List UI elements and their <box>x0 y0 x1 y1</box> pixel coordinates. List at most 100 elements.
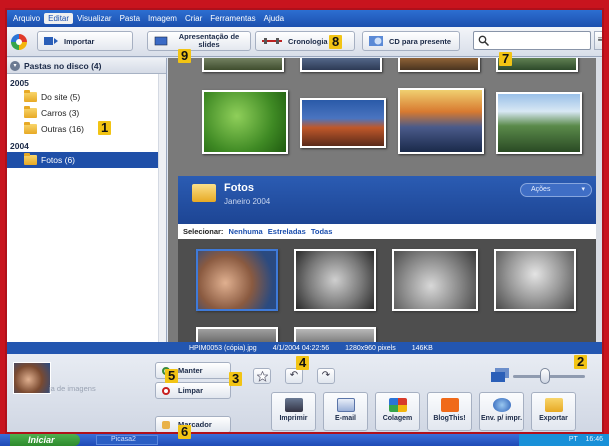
language-indicator[interactable]: PT <box>569 436 578 443</box>
folder-panel-scrollbar[interactable] <box>158 74 166 342</box>
clear-button[interactable]: Limpar <box>155 382 231 399</box>
folder-icon <box>24 122 37 134</box>
star-button[interactable] <box>253 368 271 384</box>
photo-thumbnail[interactable] <box>496 92 582 154</box>
menu-imagem[interactable]: Imagem <box>144 13 181 24</box>
timeline-label: Cronologia <box>288 36 328 46</box>
folder-item-fotos[interactable]: Fotos (6) <box>7 152 166 168</box>
status-bar: HPIM0053 (cópia).jpg 4/1/2004 04:22:56 1… <box>7 342 602 354</box>
folder-icon <box>24 90 37 102</box>
gift-cd-button[interactable]: CD para presente <box>362 31 460 51</box>
photo-thumbnail-selected[interactable] <box>196 249 278 311</box>
collapse-icon[interactable]: ▾ <box>10 60 20 71</box>
status-datetime: 4/1/2004 04:22:56 <box>272 344 330 352</box>
status-filesize: 146KB <box>411 344 433 352</box>
label-button[interactable]: Marcador <box>155 416 231 432</box>
search-input[interactable] <box>473 31 591 50</box>
status-dimensions: 1280x960 pixels <box>345 344 396 352</box>
photo-area: Fotos Janeiro 2004 Ações Selecionar: Nen… <box>168 58 602 342</box>
photo-thumbnail[interactable] <box>300 98 386 148</box>
folder-panel-header[interactable]: ▾ Pastas no disco (4) <box>7 58 166 74</box>
search-icon <box>478 35 489 46</box>
photo-thumbnail[interactable] <box>398 58 480 72</box>
callout-8: 8 <box>329 35 343 49</box>
export-label: Exportar <box>539 415 568 422</box>
menu-arquivo[interactable]: Arquivo <box>9 13 44 24</box>
folder-label: Fotos (6) <box>41 155 76 165</box>
rotate-left-button[interactable]: ↶ <box>285 368 303 384</box>
menu-pasta[interactable]: Pasta <box>116 13 144 24</box>
photo-thumbnail[interactable] <box>494 249 576 311</box>
menu-criar[interactable]: Criar <box>181 13 206 24</box>
gift-cd-label: CD para presente <box>389 36 452 46</box>
album-folder-icon <box>192 184 216 202</box>
zoom-slider-thumb[interactable] <box>539 368 550 384</box>
select-label: Selecionar: <box>183 227 224 236</box>
print-label: Imprimir <box>279 415 308 422</box>
year-heading: 2004 <box>10 141 29 151</box>
photo-thumbnail[interactable] <box>392 249 478 311</box>
timeline-icon <box>262 38 282 44</box>
callout-3: 3 <box>229 372 243 386</box>
import-button[interactable]: Importar <box>37 31 133 51</box>
start-button[interactable]: Iniciar <box>10 434 80 446</box>
blogthis-button[interactable]: BlogThis! <box>427 392 472 431</box>
picasa-window: Arquivo Editar Visualizar Pasta Imagem C… <box>5 8 604 434</box>
export-icon <box>544 398 563 412</box>
slideshow-button[interactable]: Apresentação de slides <box>147 31 251 51</box>
email-label: E-mail <box>334 415 356 422</box>
folder-item-do-site[interactable]: Do site (5) <box>7 89 166 105</box>
picasa-logo-icon <box>11 34 27 50</box>
folder-label: Outras (16) <box>41 124 84 134</box>
photo-thumbnail[interactable] <box>294 249 376 311</box>
tray-label: ja de imagens <box>49 384 96 393</box>
select-all-link[interactable]: Todas <box>311 227 333 236</box>
menu-visualizar[interactable]: Visualizar <box>73 13 116 24</box>
email-icon <box>336 398 355 412</box>
print-button[interactable]: Imprimir <box>271 392 316 431</box>
select-starred-link[interactable]: Estreladas <box>268 227 306 236</box>
photo-thumbnail[interactable] <box>398 88 484 154</box>
select-none-link[interactable]: Nenhuma <box>229 227 263 236</box>
folder-item-outras[interactable]: Outras (16) <box>7 121 166 137</box>
star-icon <box>255 370 269 382</box>
blogger-icon <box>440 398 459 412</box>
order-prints-button[interactable]: Env. p/ impr. <box>479 392 524 431</box>
menu-editar[interactable]: Editar <box>44 13 74 24</box>
clear-label: Limpar <box>178 386 204 395</box>
callout-6: 6 <box>178 425 192 439</box>
photo-area-scrollbar[interactable] <box>596 58 602 342</box>
tag-icon <box>162 420 170 429</box>
folder-label: Carros (3) <box>41 108 80 118</box>
callout-4: 4 <box>296 356 310 370</box>
hold-label: Manter <box>178 366 203 375</box>
photo-thumbnail[interactable] <box>300 58 382 72</box>
folder-label: Do site (5) <box>41 92 81 102</box>
export-button[interactable]: Exportar <box>531 392 576 431</box>
photo-thumbnail[interactable] <box>202 90 288 154</box>
collage-button[interactable]: Colagem <box>375 392 420 431</box>
tray-photo[interactable] <box>13 362 51 394</box>
menu-ferramentas[interactable]: Ferramentas <box>206 13 259 24</box>
import-icon <box>44 37 58 45</box>
selection-bar: Selecionar: Nenhuma Estreladas Todas <box>178 224 596 239</box>
album-title: Fotos <box>224 182 254 194</box>
photo-thumbnail[interactable] <box>202 58 284 72</box>
toolbar-menu-button[interactable]: ≡ <box>594 31 602 50</box>
clear-icon <box>162 386 170 395</box>
email-button[interactable]: E-mail <box>323 392 368 431</box>
year-heading: 2005 <box>10 78 29 88</box>
import-label: Importar <box>64 36 95 46</box>
rotate-right-icon: ↷ <box>321 370 331 381</box>
callout-7: 7 <box>499 52 513 66</box>
actions-dropdown[interactable]: Ações <box>520 183 592 197</box>
folder-icon <box>24 106 37 118</box>
photo-thumbnail[interactable] <box>294 327 376 342</box>
folder-item-carros[interactable]: Carros (3) <box>7 105 166 121</box>
taskbar-item-picasa[interactable]: Picasa2 <box>96 435 158 445</box>
menu-ajuda[interactable]: Ajuda <box>260 13 288 24</box>
order-prints-label: Env. p/ impr. <box>480 415 523 422</box>
photo-thumbnail[interactable] <box>196 327 278 342</box>
rotate-right-button[interactable]: ↷ <box>317 368 335 384</box>
status-filename: HPIM0053 (cópia).jpg <box>189 344 257 352</box>
